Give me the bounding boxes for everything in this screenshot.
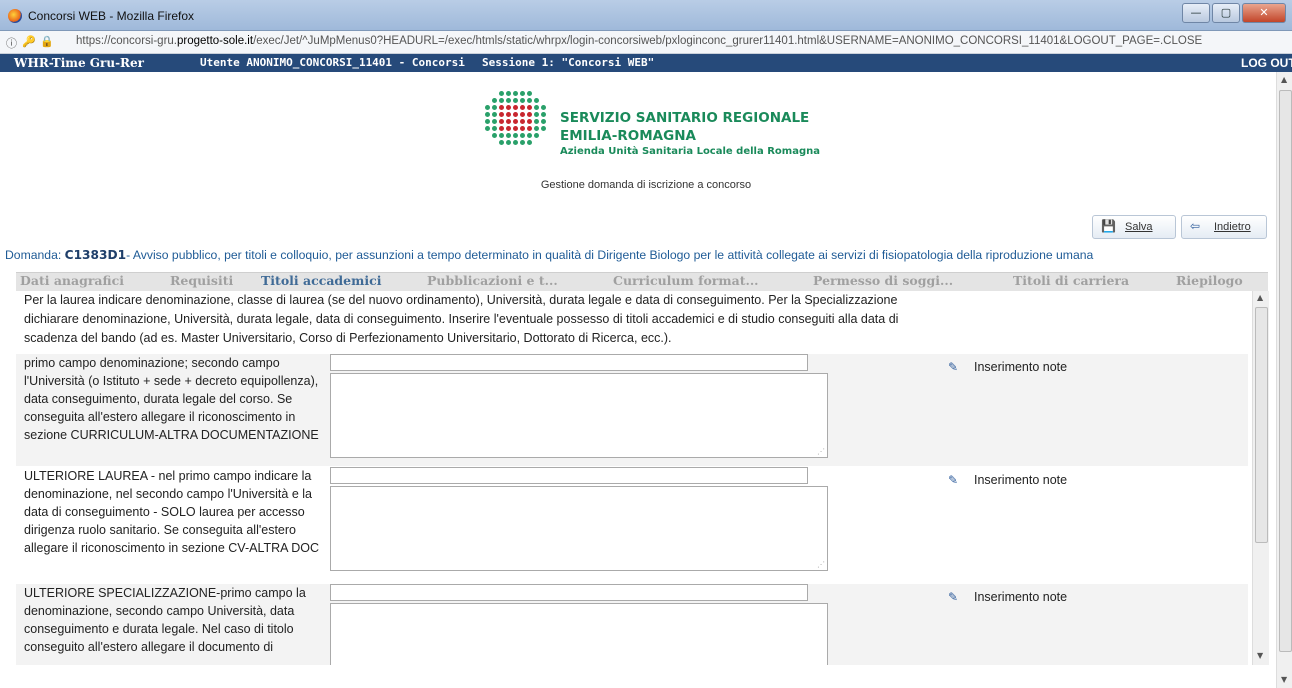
resize-grip-icon[interactable]: ⋰ [817,447,825,456]
details-textarea[interactable]: ⋰ [330,486,828,571]
maximize-button[interactable]: ▢ [1212,3,1240,23]
page-subtitle: Gestione domanda di iscrizione a concors… [540,179,752,191]
instructions-text: Per la laurea indicare denominazione, cl… [24,293,899,345]
browser-titlebar: Concorsi WEB - Mozilla Firefox — ▢ ✕ [0,0,1292,31]
domanda-text: - Avviso pubblico, per titoli e colloqui… [126,248,1094,262]
app-header: WHR-Time Gru-Rer Utente ANONIMO_CONCORSI… [0,54,1292,72]
details-textarea[interactable]: ⋰ [330,373,828,458]
title-input[interactable] [330,584,808,601]
tab-titoli-accademici[interactable]: Titoli accademici [261,273,381,288]
add-note-label: Inserimento note [974,360,1068,374]
url-text[interactable]: https://concorsi-gru.progetto-sole.it/ex… [76,35,1202,47]
scrollbar-thumb[interactable] [1279,90,1292,652]
edit-note-icon: ✎ [948,590,959,604]
logo-line3: Azienda Unità Sanitaria Locale della Rom… [560,146,820,157]
add-note-button[interactable]: ✎ Inserimento note [948,360,1067,374]
edit-note-icon: ✎ [948,473,959,487]
window-title: Concorsi WEB - Mozilla Firefox [28,9,195,23]
title-input[interactable] [330,467,808,484]
back-button[interactable]: ⇦ Indietro [1181,215,1267,239]
scroll-down-arrow[interactable]: ▼ [1281,675,1287,684]
window-controls: — ▢ ✕ [1180,3,1286,23]
scroll-up-arrow[interactable]: ▲ [1281,75,1287,84]
user-label: Utente ANONIMO_CONCORSI_11401 - Concorsi [200,56,465,69]
page-scrollbar[interactable]: ▲ ▼ [1276,72,1292,688]
save-button[interactable]: 💾 Salva [1092,215,1176,239]
tab-pubblicazioni[interactable]: Pubblicazioni e t... [427,273,558,288]
url-bar[interactable]: ⓘ 🔑 🔒 https://concorsi-gru.progetto-sole… [0,31,1292,54]
form-row-ulteriore-laurea: ULTERIORE LAUREA - nel primo campo indic… [16,467,1248,581]
scroll-down-arrow[interactable]: ▼ [1257,651,1263,660]
tab-permesso-soggiorno[interactable]: Permesso di soggi... [813,273,953,288]
details-textarea[interactable] [330,603,828,665]
logo-line2: EMILIA-ROMAGNA [560,128,696,144]
tab-dati-anagrafici[interactable]: Dati anagrafici [20,273,124,288]
add-note-button[interactable]: ✎ Inserimento note [948,473,1067,487]
ssr-logo: SERVIZIO SANITARIO REGIONALE EMILIA-ROMA… [484,90,820,164]
edit-note-icon: ✎ [948,360,959,374]
domanda-code: C1383D1 [64,248,127,262]
field-label: primo campo denominazione; secondo campo… [24,356,319,442]
logo-dots-icon [484,90,554,160]
resize-grip-icon[interactable]: ⋰ [817,560,825,569]
field-label: ULTERIORE LAUREA - nel primo campo indic… [24,469,320,555]
logout-link[interactable]: LOG OUT [1241,56,1292,70]
form-row-laurea: primo campo denominazione; secondo campo… [16,354,1248,466]
logo-line1: SERVIZIO SANITARIO REGIONALE [560,110,810,126]
field-label: ULTERIORE SPECIALIZZAZIONE-primo campo l… [24,586,306,654]
tab-content: Per la laurea indicare denominazione, cl… [16,291,1248,665]
scroll-up-arrow[interactable]: ▲ [1257,293,1263,302]
scrollbar-thumb[interactable] [1255,307,1268,543]
info-icon[interactable]: ⓘ [6,35,17,51]
save-label: Salva [1125,221,1153,233]
floppy-disk-icon: 💾 [1101,219,1116,233]
title-input[interactable] [330,354,808,371]
form-row-ulteriore-specializzazione: ULTERIORE SPECIALIZZAZIONE-primo campo l… [16,584,1248,665]
tab-requisiti[interactable]: Requisiti [170,273,233,288]
add-note-label: Inserimento note [974,590,1068,604]
back-arrow-icon: ⇦ [1190,219,1201,233]
add-note-button[interactable]: ✎ Inserimento note [948,590,1067,604]
tab-curriculum[interactable]: Curriculum format... [613,273,759,288]
domanda-prefix: Domanda: [5,248,65,262]
tab-riepilogo[interactable]: Riepilogo [1176,273,1243,288]
application-description: Domanda: C1383D1- Avviso pubblico, per t… [5,248,1093,262]
tab-titoli-carriera[interactable]: Titoli di carriera [1013,273,1129,288]
close-button[interactable]: ✕ [1242,3,1286,23]
app-name: WHR-Time Gru-Rer [14,56,144,70]
content-scrollbar[interactable]: ▲ ▼ [1252,291,1269,665]
session-label: Sessione 1: "Concorsi WEB" [482,56,655,69]
lock-icon: 🔒 [40,36,54,48]
firefox-icon [8,9,22,23]
back-label: Indietro [1214,221,1251,233]
tab-bar: Dati anagrafici Requisiti Titoli accadem… [16,272,1268,291]
minimize-button[interactable]: — [1182,3,1210,23]
add-note-label: Inserimento note [974,473,1068,487]
key-icon: 🔑 [22,36,36,48]
